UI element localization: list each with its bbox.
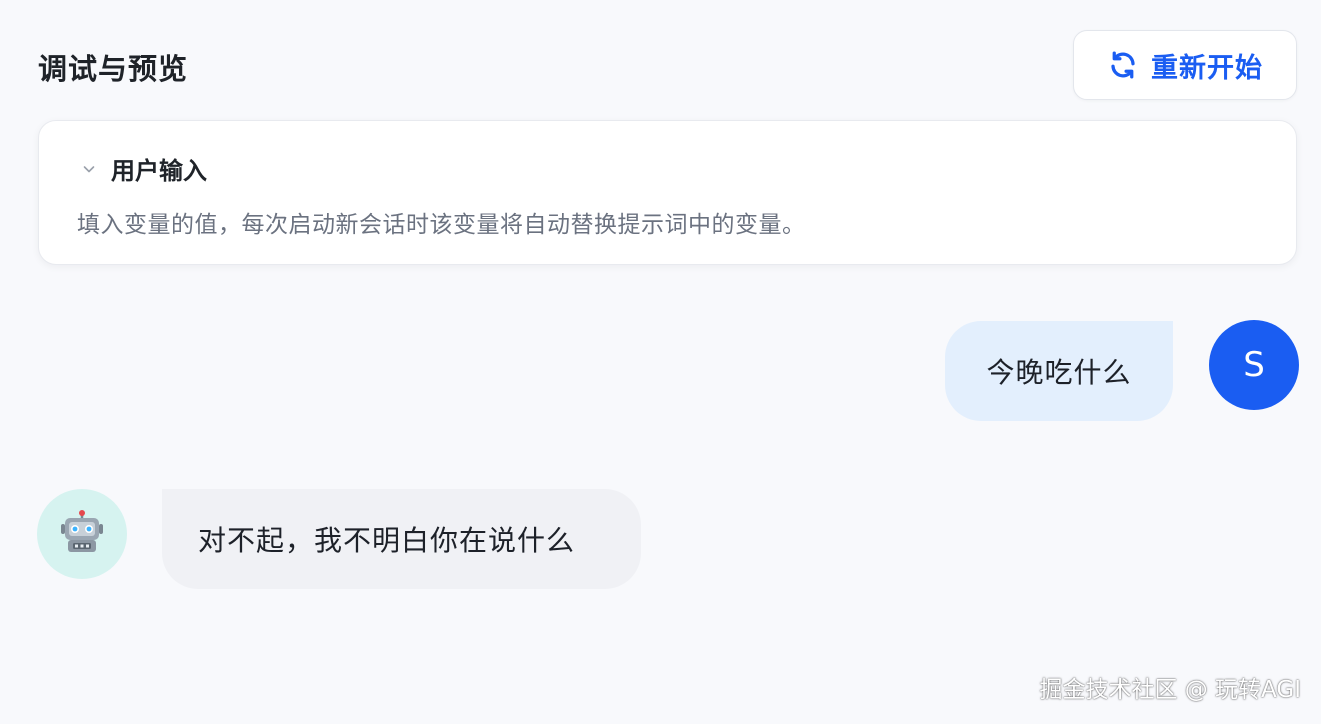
refresh-icon: [1107, 49, 1139, 81]
bot-message-bubble: 对不起，我不明白你在说什么: [162, 489, 641, 589]
restart-label: 重新开始: [1151, 52, 1263, 84]
user-message-bubble: 今晚吃什么: [945, 321, 1173, 421]
restart-button[interactable]: 重新开始: [1073, 30, 1297, 100]
user-input-toggle[interactable]: 用户输入: [81, 151, 207, 186]
user-input-title: 用户输入: [111, 157, 207, 185]
robot-icon: [59, 509, 105, 559]
page-title: 调试与预览: [38, 52, 189, 86]
watermark: 掘金技术社区 @ 玩转AGI: [1039, 677, 1301, 703]
bot-avatar: [37, 489, 127, 579]
user-avatar: S: [1209, 320, 1299, 410]
user-input-description: 填入变量的值，每次启动新会话时该变量将自动替换提示词中的变量。: [77, 212, 806, 238]
user-input-card: 用户输入 填入变量的值，每次启动新会话时该变量将自动替换提示词中的变量。: [38, 120, 1297, 265]
chevron-down-icon: [81, 161, 97, 177]
user-message-text: 今晚吃什么: [986, 356, 1132, 389]
bot-message-text: 对不起，我不明白你在说什么: [198, 524, 576, 557]
